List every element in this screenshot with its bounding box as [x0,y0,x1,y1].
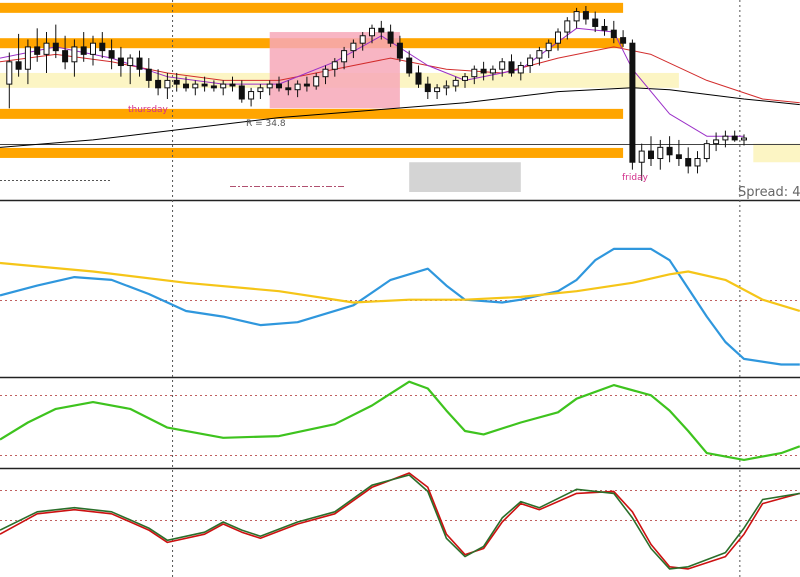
candle-bear [108,50,115,59]
candle-bear [15,61,22,70]
candle-bear [136,57,143,70]
candle-bear [396,42,403,59]
candle-bull [6,61,13,85]
candle-bull [471,68,478,78]
candle-bull [266,83,273,89]
candle-bull [499,61,506,70]
candle-bull [350,42,357,52]
resistance-zone-bar [0,147,624,158]
candle-bull [90,42,96,55]
candle-bull [452,79,459,87]
candle-bear [685,158,692,167]
candle-bear [34,46,41,55]
candle-bear [582,11,589,20]
candle-bear [610,29,617,39]
candle-bear [406,57,413,74]
candle-bear [99,42,106,52]
candle-bear [229,83,236,87]
candle-bull [489,68,496,74]
candle-bull [713,139,720,145]
candle-bull [369,27,375,37]
candle-bear [731,135,738,141]
candle-bear [117,57,124,67]
candle-bear [378,27,385,33]
candle-bull [331,61,338,70]
candle-bear [183,83,189,89]
candle-bear [601,25,608,31]
candle-bull [294,83,301,91]
candle-bull [517,65,524,74]
candle-bull [313,76,320,87]
candle-bear [238,85,245,100]
highlight-band [753,143,800,163]
candle-bear [424,83,431,93]
candle-bull [536,50,543,59]
candle-bull [462,76,468,81]
candle-bull [722,135,729,141]
chart-window: thursday friday R = 34.8 Spread: 4 [0,0,800,577]
candle-bear [648,150,654,160]
candle-bear [508,61,515,74]
candle-bull [220,83,227,89]
candle-bear [480,68,487,74]
candle-bear [592,18,599,27]
candle-bull [164,79,171,89]
candle-bull [192,83,199,89]
candle-bear [415,72,422,85]
candle-bull [703,143,710,160]
candle-bull [694,158,701,167]
candle-bull [573,11,580,22]
resistance-zone-bar [0,2,624,13]
candle-bull [43,42,50,55]
candle-bull [322,68,329,78]
candle-bull [555,31,561,44]
chart-canvas: thursday friday R = 34.8 Spread: 4 [0,0,800,577]
candle-bull [24,46,31,70]
candle-bull [434,87,441,93]
highlight-box [409,162,521,192]
candle-bull [564,20,571,33]
label-thursday: thursday [128,105,169,115]
candle-bear [285,87,292,91]
label-range: R = 34.8 [246,119,286,129]
candle-bear [155,79,162,89]
candle-bull [527,57,534,67]
candle-bull [359,35,366,44]
candle-bull [257,87,264,93]
candle-bear [62,50,69,63]
candle-bear [620,37,627,44]
candle-bull [443,85,450,89]
candle-bear [145,68,152,81]
candle-bull [127,57,134,67]
candle-bear [173,79,180,85]
candle-bear [387,31,394,44]
candle-bear [276,83,282,89]
resistance-zone-bar [0,108,624,119]
label-spread: Spread: 4 [738,185,800,200]
candle-bull [71,46,78,63]
candle-bull [545,42,552,52]
candle-bull [657,146,664,160]
candle-bear [201,83,208,87]
candle-bull [741,137,747,141]
candle-bull [638,150,645,163]
candle-bear [52,42,59,52]
candle-bull [248,91,255,100]
label-friday: friday [622,173,649,183]
candle-bear [303,83,310,87]
candle-bull [341,50,348,63]
candle-bear [675,154,682,160]
candle-bear [210,85,217,89]
candle-bear [629,42,636,163]
candle-bear [80,46,87,55]
candle-bear [666,146,673,156]
